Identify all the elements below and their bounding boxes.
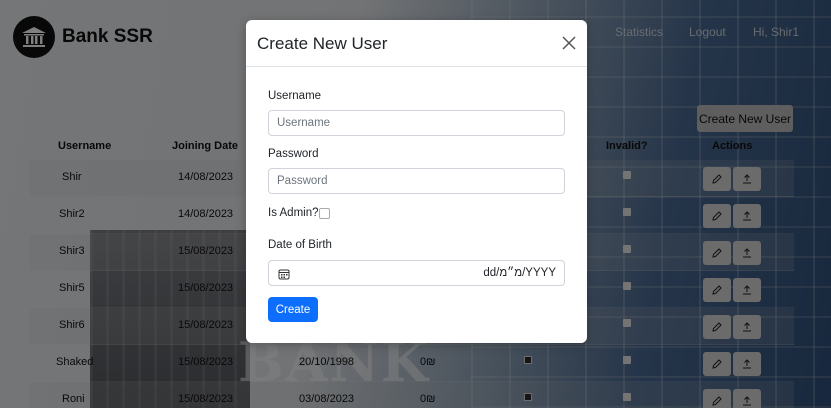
is-admin-label: Is Admin? — [268, 207, 319, 219]
create-button[interactable]: Create — [268, 297, 318, 322]
close-icon[interactable] — [561, 36, 577, 52]
dob-input[interactable]: dd/מ״מ/YYYY — [268, 260, 565, 286]
password-input[interactable] — [268, 168, 565, 194]
is-admin-checkbox[interactable] — [319, 208, 330, 219]
dob-label: Date of Birth — [268, 239, 332, 251]
modal-header: Create New User — [246, 20, 587, 67]
dob-value: dd/מ״מ/YYYY — [483, 267, 556, 279]
modal-title: Create New User — [257, 34, 388, 53]
calendar-icon[interactable] — [278, 267, 290, 285]
username-label: Username — [268, 90, 322, 102]
create-user-modal: Create New User Username Password Is Adm… — [246, 20, 587, 343]
username-input[interactable] — [268, 110, 565, 136]
password-label: Password — [268, 148, 319, 160]
